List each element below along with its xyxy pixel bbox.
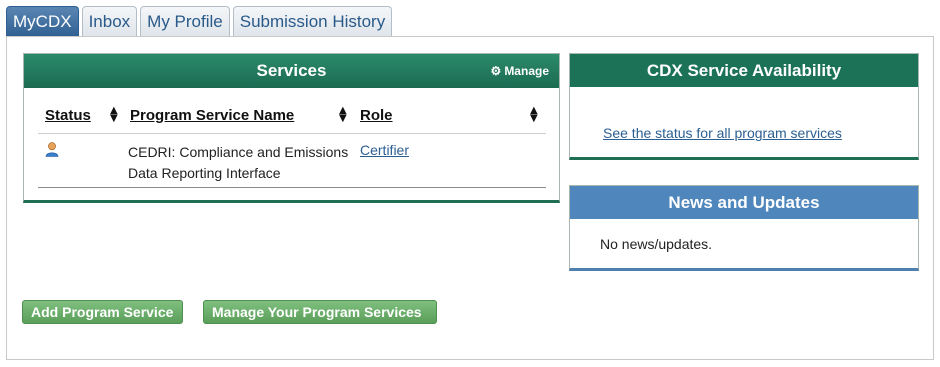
table-row: CEDRI: Compliance and Emissions Data Rep… [38, 136, 546, 188]
services-panel: Services ⚙ Manage Status ▲ ▼ Program Serv… [23, 53, 560, 203]
column-role-header[interactable]: Role [360, 107, 393, 124]
gear-icon: ⚙ [490, 64, 502, 78]
tab-submission-history[interactable]: Submission History [232, 6, 393, 36]
tab-mycdx[interactable]: MyCDX [6, 6, 79, 37]
manage-link[interactable]: ⚙ Manage [491, 64, 549, 78]
tab-inbox[interactable]: Inbox [81, 6, 138, 36]
column-status-header[interactable]: Status [45, 107, 91, 124]
manage-program-services-button[interactable]: Manage Your Program Services [203, 300, 437, 324]
role-link-certifier[interactable]: Certifier [360, 142, 409, 158]
news-title: News and Updates [570, 186, 918, 219]
availability-title: CDX Service Availability [570, 54, 918, 87]
tab-bar: MyCDX Inbox My Profile Submission Histor… [6, 6, 393, 37]
program-service-name: CEDRI: Compliance and Emissions Data Rep… [128, 144, 349, 181]
sort-role-icon[interactable]: ▲ ▼ [530, 106, 538, 124]
main-content: Services ⚙ Manage Status ▲ ▼ Program Serv… [6, 36, 934, 360]
services-table-header: Status ▲ ▼ Program Service Name ▲ ▼ Role ▲… [38, 106, 546, 134]
column-name-header[interactable]: Program Service Name [130, 107, 294, 124]
sort-name-icon[interactable]: ▲ ▼ [339, 106, 347, 124]
tab-my-profile[interactable]: My Profile [140, 6, 230, 36]
user-icon [45, 142, 59, 157]
service-status-link[interactable]: See the status for all program services [603, 125, 842, 141]
services-title: Services [256, 61, 327, 80]
add-program-service-button[interactable]: Add Program Service [22, 300, 183, 324]
service-availability-panel: CDX Service Availability See the status … [569, 53, 919, 160]
news-panel: News and Updates No news/updates. [569, 185, 919, 271]
services-header: Services ⚙ Manage [24, 54, 559, 88]
manage-label: Manage [504, 64, 549, 78]
news-text: No news/updates. [600, 236, 713, 252]
sort-status-icon[interactable]: ▲ ▼ [110, 106, 118, 124]
